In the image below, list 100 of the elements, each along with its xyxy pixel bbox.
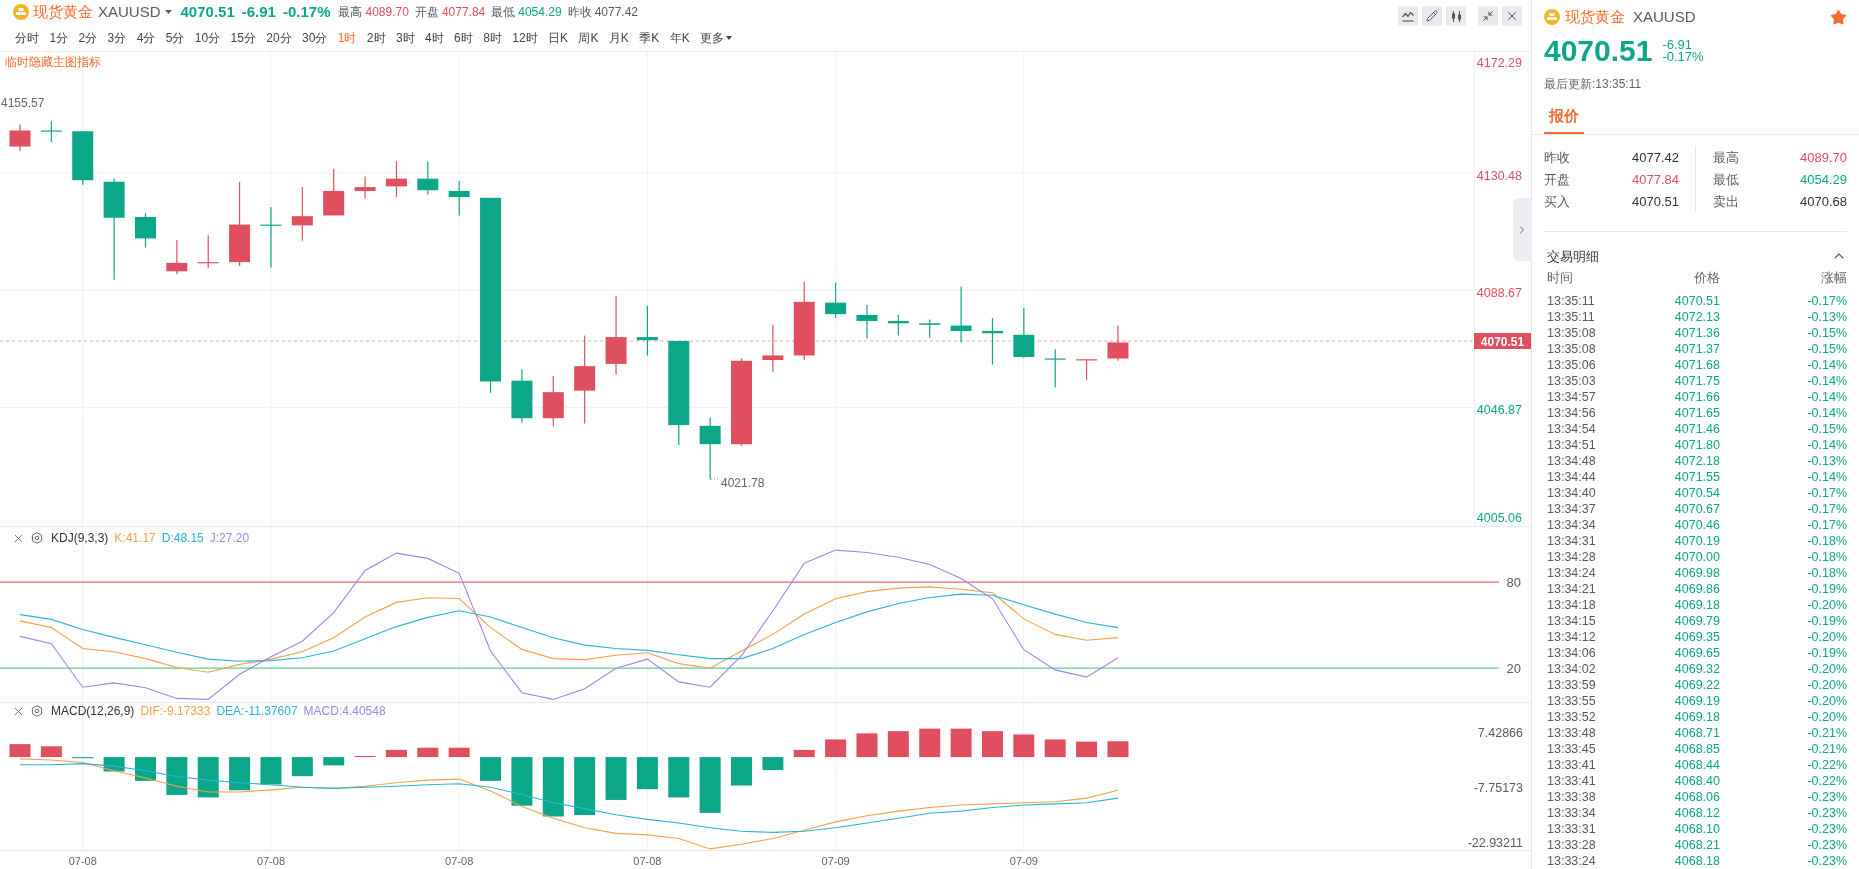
percent-change: -0.17% xyxy=(1662,51,1704,63)
trade-change: -0.13% xyxy=(1806,310,1847,324)
quote-label: 最低 xyxy=(1713,171,1739,187)
stat-label: 最低 xyxy=(491,5,516,19)
indicator-title: MACD(12,26,9) xyxy=(51,704,135,718)
trade-time: 13:33:28 xyxy=(1547,838,1597,852)
period-tab[interactable]: 3分 xyxy=(107,30,127,45)
trade-time: 13:34:37 xyxy=(1547,502,1597,516)
trade-time: 13:33:59 xyxy=(1547,678,1597,692)
high-price-label: 4155.57 xyxy=(1,96,45,110)
period-tab[interactable]: 2分 xyxy=(78,30,98,45)
period-tab[interactable]: 10分 xyxy=(194,30,221,45)
trade-change: -0.20% xyxy=(1806,598,1847,612)
stat-value: 4089.70 xyxy=(365,5,409,19)
candlestick xyxy=(919,318,941,339)
column-header: 价格 xyxy=(1693,271,1720,285)
trade-price: 4069.18 xyxy=(1673,710,1720,724)
trade-change: -0.17% xyxy=(1806,486,1847,500)
candlestick xyxy=(1013,307,1035,359)
candlestick xyxy=(448,180,470,216)
trade-change: -0.14% xyxy=(1806,470,1847,484)
candlestick xyxy=(1076,358,1098,381)
period-tab[interactable]: 周K xyxy=(578,30,599,45)
trade-time: 13:34:44 xyxy=(1547,470,1597,484)
trade-price: 4071.80 xyxy=(1673,438,1720,452)
candlestick xyxy=(699,416,721,480)
period-tab[interactable]: 5分 xyxy=(165,30,185,45)
period-tab[interactable]: 30分 xyxy=(302,30,328,45)
low-price-label: 4021.78 xyxy=(721,476,765,490)
quote-value: 4077.42 xyxy=(1632,149,1679,165)
trade-price: 4071.65 xyxy=(1673,406,1720,420)
period-tab[interactable]: 3时 xyxy=(395,30,415,45)
more-dropdown[interactable]: 更多 xyxy=(700,30,733,45)
close-button[interactable] xyxy=(1502,6,1522,26)
indicator-button[interactable] xyxy=(1398,6,1418,26)
star-icon[interactable] xyxy=(1830,8,1847,26)
stat-value: 4054.29 xyxy=(518,5,562,19)
quote-value: 4070.51 xyxy=(1632,193,1679,209)
indicator-value: J:27.20 xyxy=(209,531,250,545)
trade-change: -0.19% xyxy=(1806,646,1847,660)
candlestick xyxy=(354,175,376,200)
last-price: 4070.51 xyxy=(180,3,235,21)
trade-price: 4072.18 xyxy=(1673,454,1720,468)
trade-price: 4069.98 xyxy=(1673,566,1720,580)
period-tab[interactable]: 20分 xyxy=(266,30,292,45)
period-tab[interactable]: 季K xyxy=(639,30,660,45)
candlestick xyxy=(166,239,188,275)
axis-label: 80 xyxy=(1506,574,1521,590)
trade-price: 4068.18 xyxy=(1673,854,1720,868)
trade-change: -0.14% xyxy=(1806,406,1847,420)
trade-price: 4068.85 xyxy=(1673,742,1720,756)
trade-time: 13:34:06 xyxy=(1547,646,1597,660)
draw-button[interactable] xyxy=(1422,6,1442,26)
trade-change: -0.20% xyxy=(1806,630,1847,644)
period-tab[interactable]: 4时 xyxy=(425,30,444,45)
trade-price: 4069.22 xyxy=(1673,678,1720,692)
trade-time: 13:35:03 xyxy=(1547,374,1597,388)
period-tab[interactable]: 分时 xyxy=(15,30,39,45)
period-tab[interactable]: 日K xyxy=(548,30,568,45)
instrument-symbol: XAUUSD xyxy=(1633,8,1696,26)
caret-icon xyxy=(726,35,733,40)
trade-time: 13:34:56 xyxy=(1547,406,1597,420)
period-tab[interactable]: 12时 xyxy=(512,30,538,45)
minimize-icon xyxy=(1482,10,1494,22)
candlestick xyxy=(135,212,156,249)
candlestick xyxy=(9,123,31,152)
trade-price: 4069.79 xyxy=(1673,614,1720,628)
chart-type-button[interactable] xyxy=(1446,6,1466,26)
period-tab[interactable]: 8时 xyxy=(483,30,502,45)
quote-value: 4089.70 xyxy=(1800,149,1847,165)
indicator-value: DEA:-11.37607 xyxy=(216,704,298,718)
trade-change: -0.17% xyxy=(1806,502,1847,516)
trade-change: -0.15% xyxy=(1806,326,1847,340)
column-header: 时间 xyxy=(1547,271,1574,285)
last-price-tag: 4070.51 xyxy=(1474,333,1531,349)
trade-time: 13:33:41 xyxy=(1547,774,1597,788)
settings-icon[interactable] xyxy=(31,705,43,717)
quote-label: 买入 xyxy=(1544,193,1570,209)
settings-icon[interactable] xyxy=(31,532,43,544)
period-tab[interactable]: 2时 xyxy=(366,30,386,45)
panel-toggle-button[interactable] xyxy=(1513,198,1531,261)
date-label: 07-09 xyxy=(821,854,850,867)
period-tab[interactable]: 4分 xyxy=(136,30,156,45)
period-tab[interactable]: 1分 xyxy=(49,30,69,45)
trade-change: -0.17% xyxy=(1806,294,1847,308)
axis-label: -7.75173 xyxy=(1473,781,1523,795)
quote-label: 最高 xyxy=(1713,149,1739,165)
trade-change: -0.14% xyxy=(1806,390,1847,404)
trade-change: -0.19% xyxy=(1806,582,1847,596)
trade-price: 4070.19 xyxy=(1673,534,1720,548)
trade-time: 13:34:28 xyxy=(1547,550,1597,564)
period-tab[interactable]: 6时 xyxy=(454,30,473,45)
column-header: 涨幅 xyxy=(1820,271,1847,285)
period-tab[interactable]: 15分 xyxy=(230,30,256,45)
period-tab[interactable]: 年K xyxy=(669,30,690,45)
stat-label: 最高 xyxy=(338,5,363,19)
trade-time: 13:35:11 xyxy=(1547,310,1596,324)
symbol-dropdown[interactable]: XAUUSD xyxy=(98,3,172,21)
period-tab[interactable]: 月K xyxy=(608,30,629,45)
trade-time: 13:34:40 xyxy=(1547,486,1597,500)
